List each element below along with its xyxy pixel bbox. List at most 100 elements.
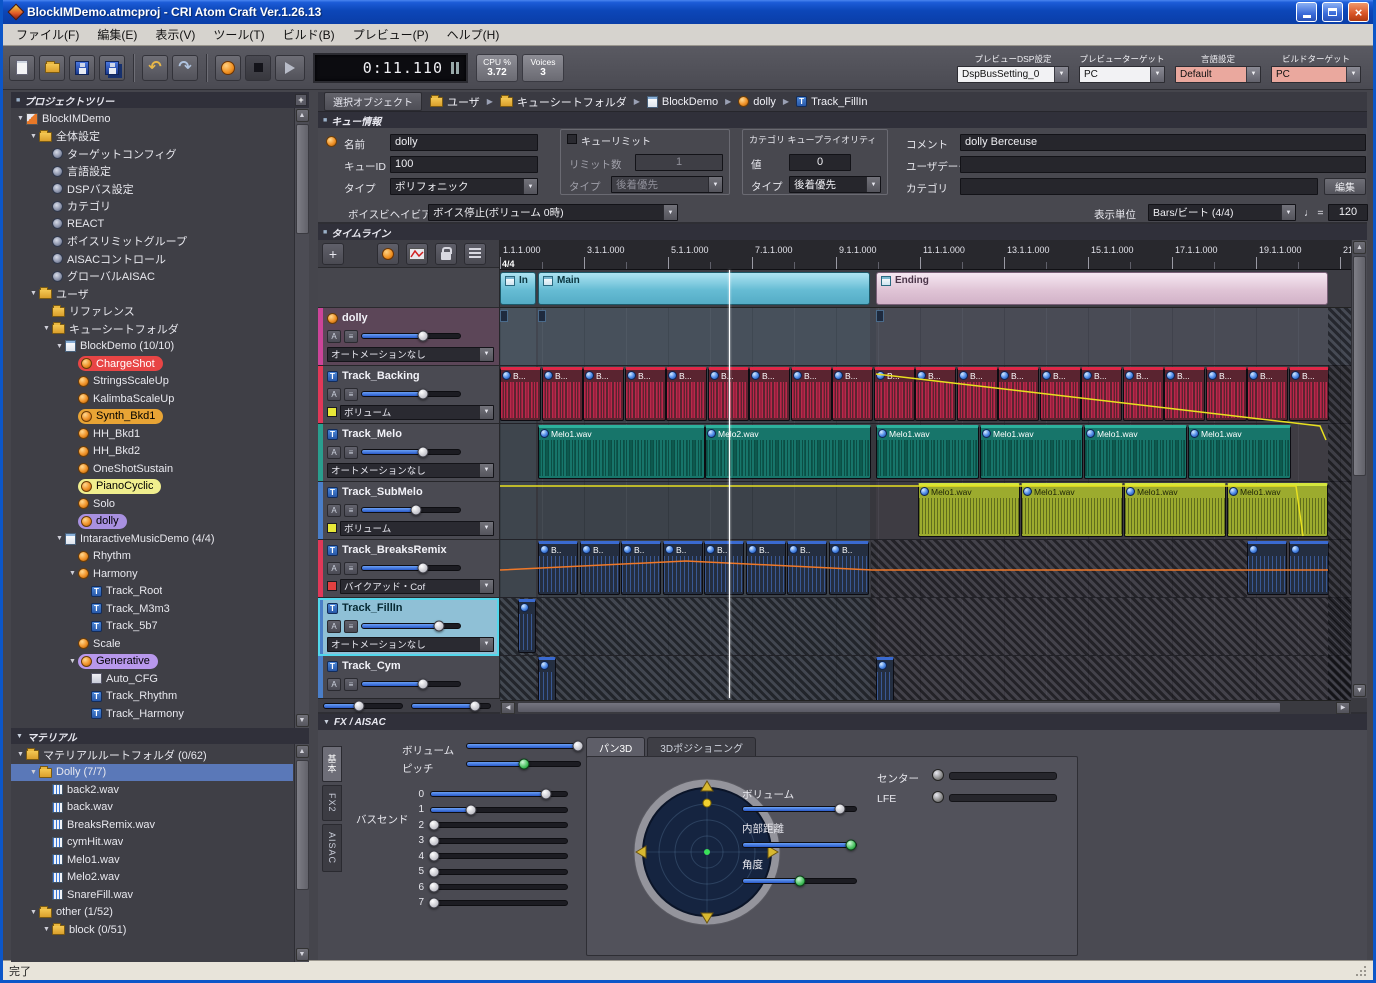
- breadcrumb-item[interactable]: dolly: [738, 96, 776, 108]
- center-knob[interactable]: [932, 769, 944, 781]
- slider-thumb[interactable]: [470, 700, 481, 711]
- combo-select[interactable]: PC▼: [1079, 66, 1165, 83]
- breadcrumb-item[interactable]: ユーザ: [430, 94, 480, 110]
- fx-side-tab[interactable]: 基本: [322, 746, 342, 782]
- track-header[interactable]: TTrack_CymA≡: [318, 656, 499, 700]
- timeline-zoom-slider[interactable]: [323, 700, 403, 712]
- audio-clip[interactable]: B...: [1123, 367, 1164, 421]
- track-lane[interactable]: [500, 656, 1351, 700]
- track-lane[interactable]: Melo1.wavMelo2.wavMelo1.wavMelo1.wavMelo…: [500, 424, 1351, 482]
- tree-item[interactable]: SnareFill.wav: [11, 886, 293, 904]
- comment-field[interactable]: dolly Berceuse: [960, 134, 1366, 151]
- audio-clip[interactable]: B..: [746, 541, 786, 595]
- tree-item[interactable]: TTrack_5b7: [11, 618, 293, 636]
- stop-button[interactable]: [245, 55, 271, 81]
- track-header[interactable]: TTrack_BackingA≡ボリューム▼: [318, 366, 499, 424]
- track-menu-button[interactable]: ≡: [344, 620, 358, 633]
- lfe-knob[interactable]: [932, 791, 944, 803]
- tree-item[interactable]: Auto_CFG: [11, 670, 293, 688]
- slider-thumb[interactable]: [418, 389, 429, 400]
- expand-arrow-icon[interactable]: ▼: [67, 570, 78, 577]
- audio-clip[interactable]: Melo1.wav: [918, 483, 1020, 537]
- bus-send-slider[interactable]: [430, 804, 568, 816]
- combo-select[interactable]: DspBusSetting_0▼: [957, 66, 1069, 83]
- tree-item[interactable]: ▼BlockIMDemo: [11, 110, 293, 128]
- menu-item[interactable]: 表示(V): [146, 24, 204, 45]
- scroll-up-icon[interactable]: ▲: [296, 109, 309, 122]
- slider-thumb[interactable]: [429, 851, 440, 862]
- project-tree-scrollbar[interactable]: ▲ ▼: [294, 108, 309, 728]
- scroll-thumb[interactable]: [1353, 256, 1366, 476]
- cpu-meter[interactable]: CPU % 3.72: [476, 54, 518, 82]
- track-lane[interactable]: [500, 598, 1351, 656]
- priority-type-select[interactable]: 後着優先▼: [789, 176, 881, 193]
- track-header[interactable]: TTrack_SubMeloA≡ボリューム▼: [318, 482, 499, 540]
- audio-clip[interactable]: Melo1.wav: [1124, 483, 1226, 537]
- minimize-button[interactable]: [1296, 2, 1317, 22]
- cue-id-field[interactable]: 100: [390, 156, 538, 173]
- audio-clip[interactable]: Melo1.wav: [876, 425, 979, 479]
- audio-clip[interactable]: [518, 599, 536, 653]
- audio-clip[interactable]: B...: [791, 367, 832, 421]
- tree-item[interactable]: REACT: [11, 215, 293, 233]
- tree-item[interactable]: ▼BlockDemo (10/10): [11, 338, 293, 356]
- scroll-up-icon[interactable]: ▲: [296, 745, 309, 758]
- tree-item[interactable]: TTrack_Rhythm: [11, 688, 293, 706]
- slider-thumb[interactable]: [418, 447, 429, 458]
- playhead[interactable]: [729, 270, 730, 698]
- expand-arrow-icon[interactable]: ▼: [28, 290, 39, 297]
- priority-value-field[interactable]: 0: [789, 154, 851, 171]
- track-menu-button[interactable]: ≡: [344, 678, 358, 691]
- maximize-button[interactable]: [1322, 2, 1343, 22]
- tree-item[interactable]: HH_Bkd1: [11, 425, 293, 443]
- material-tree-scrollbar[interactable]: ▲ ▼: [294, 744, 309, 962]
- track-lane[interactable]: B...B...B...B...B...B...B...B...B...B...…: [500, 366, 1351, 424]
- audio-clip[interactable]: B...: [874, 367, 915, 421]
- redo-button[interactable]: ↷: [172, 55, 198, 81]
- slider-thumb[interactable]: [846, 840, 857, 851]
- expand-arrow-icon[interactable]: ▼: [41, 926, 52, 933]
- track-header[interactable]: dollyA≡オートメーションなし▼: [318, 308, 499, 366]
- new-button[interactable]: [9, 55, 35, 81]
- audio-clip[interactable]: B..: [829, 541, 869, 595]
- tree-item[interactable]: Melo2.wav: [11, 869, 293, 887]
- list-view-button[interactable]: [464, 243, 486, 265]
- audio-clip[interactable]: B...: [915, 367, 956, 421]
- audio-clip[interactable]: B...: [1206, 367, 1247, 421]
- audio-clip[interactable]: Melo1.wav: [1084, 425, 1187, 479]
- type-select[interactable]: ポリフォニック▼: [390, 178, 538, 195]
- cue-limit-checkbox[interactable]: [567, 134, 577, 144]
- audio-clip[interactable]: B...: [625, 367, 666, 421]
- combo-select[interactable]: PC▼: [1271, 66, 1361, 83]
- expand-arrow-icon[interactable]: ▼: [54, 535, 65, 542]
- tree-item[interactable]: 言語設定: [11, 163, 293, 181]
- timeline-zoom-slider[interactable]: [411, 700, 491, 712]
- track-automation-select[interactable]: ボリューム▼: [340, 521, 494, 536]
- audio-clip[interactable]: [1289, 541, 1329, 595]
- track-automation-button[interactable]: A: [327, 330, 341, 343]
- timeline-hscrollbar[interactable]: ◀ ▶: [500, 700, 1351, 714]
- time-scrub-handle[interactable]: [451, 62, 460, 74]
- play-button[interactable]: [275, 55, 305, 81]
- tree-item[interactable]: BreaksRemix.wav: [11, 816, 293, 834]
- timeline-block[interactable]: Ending: [876, 272, 1328, 305]
- track-automation-button[interactable]: A: [327, 446, 341, 459]
- tree-item[interactable]: HH_Bkd2: [11, 443, 293, 461]
- track-volume-slider[interactable]: [361, 562, 461, 574]
- audio-clip[interactable]: B...: [998, 367, 1039, 421]
- timeline-ruler[interactable]: 4/4 1.1.1.0003.1.1.0005.1.1.0007.1.1.000…: [500, 240, 1351, 270]
- audio-clip[interactable]: B..: [704, 541, 744, 595]
- tree-item[interactable]: Synth_Bkd1: [11, 408, 293, 426]
- audio-clip[interactable]: B..: [538, 541, 578, 595]
- tree-item[interactable]: ▼Generative: [11, 653, 293, 671]
- track-volume-slider[interactable]: [361, 446, 461, 458]
- combo-select[interactable]: Default▼: [1175, 66, 1261, 83]
- tree-item[interactable]: ターゲットコンフィグ: [11, 145, 293, 163]
- resize-grip[interactable]: [1355, 965, 1367, 977]
- userdata-field[interactable]: [960, 156, 1366, 173]
- audio-clip[interactable]: B..: [621, 541, 661, 595]
- audio-clip[interactable]: B...: [1289, 367, 1329, 421]
- tree-item[interactable]: リファレンス: [11, 303, 293, 321]
- tree-item[interactable]: TTrack_Harmony: [11, 705, 293, 723]
- slider-thumb[interactable]: [418, 331, 429, 342]
